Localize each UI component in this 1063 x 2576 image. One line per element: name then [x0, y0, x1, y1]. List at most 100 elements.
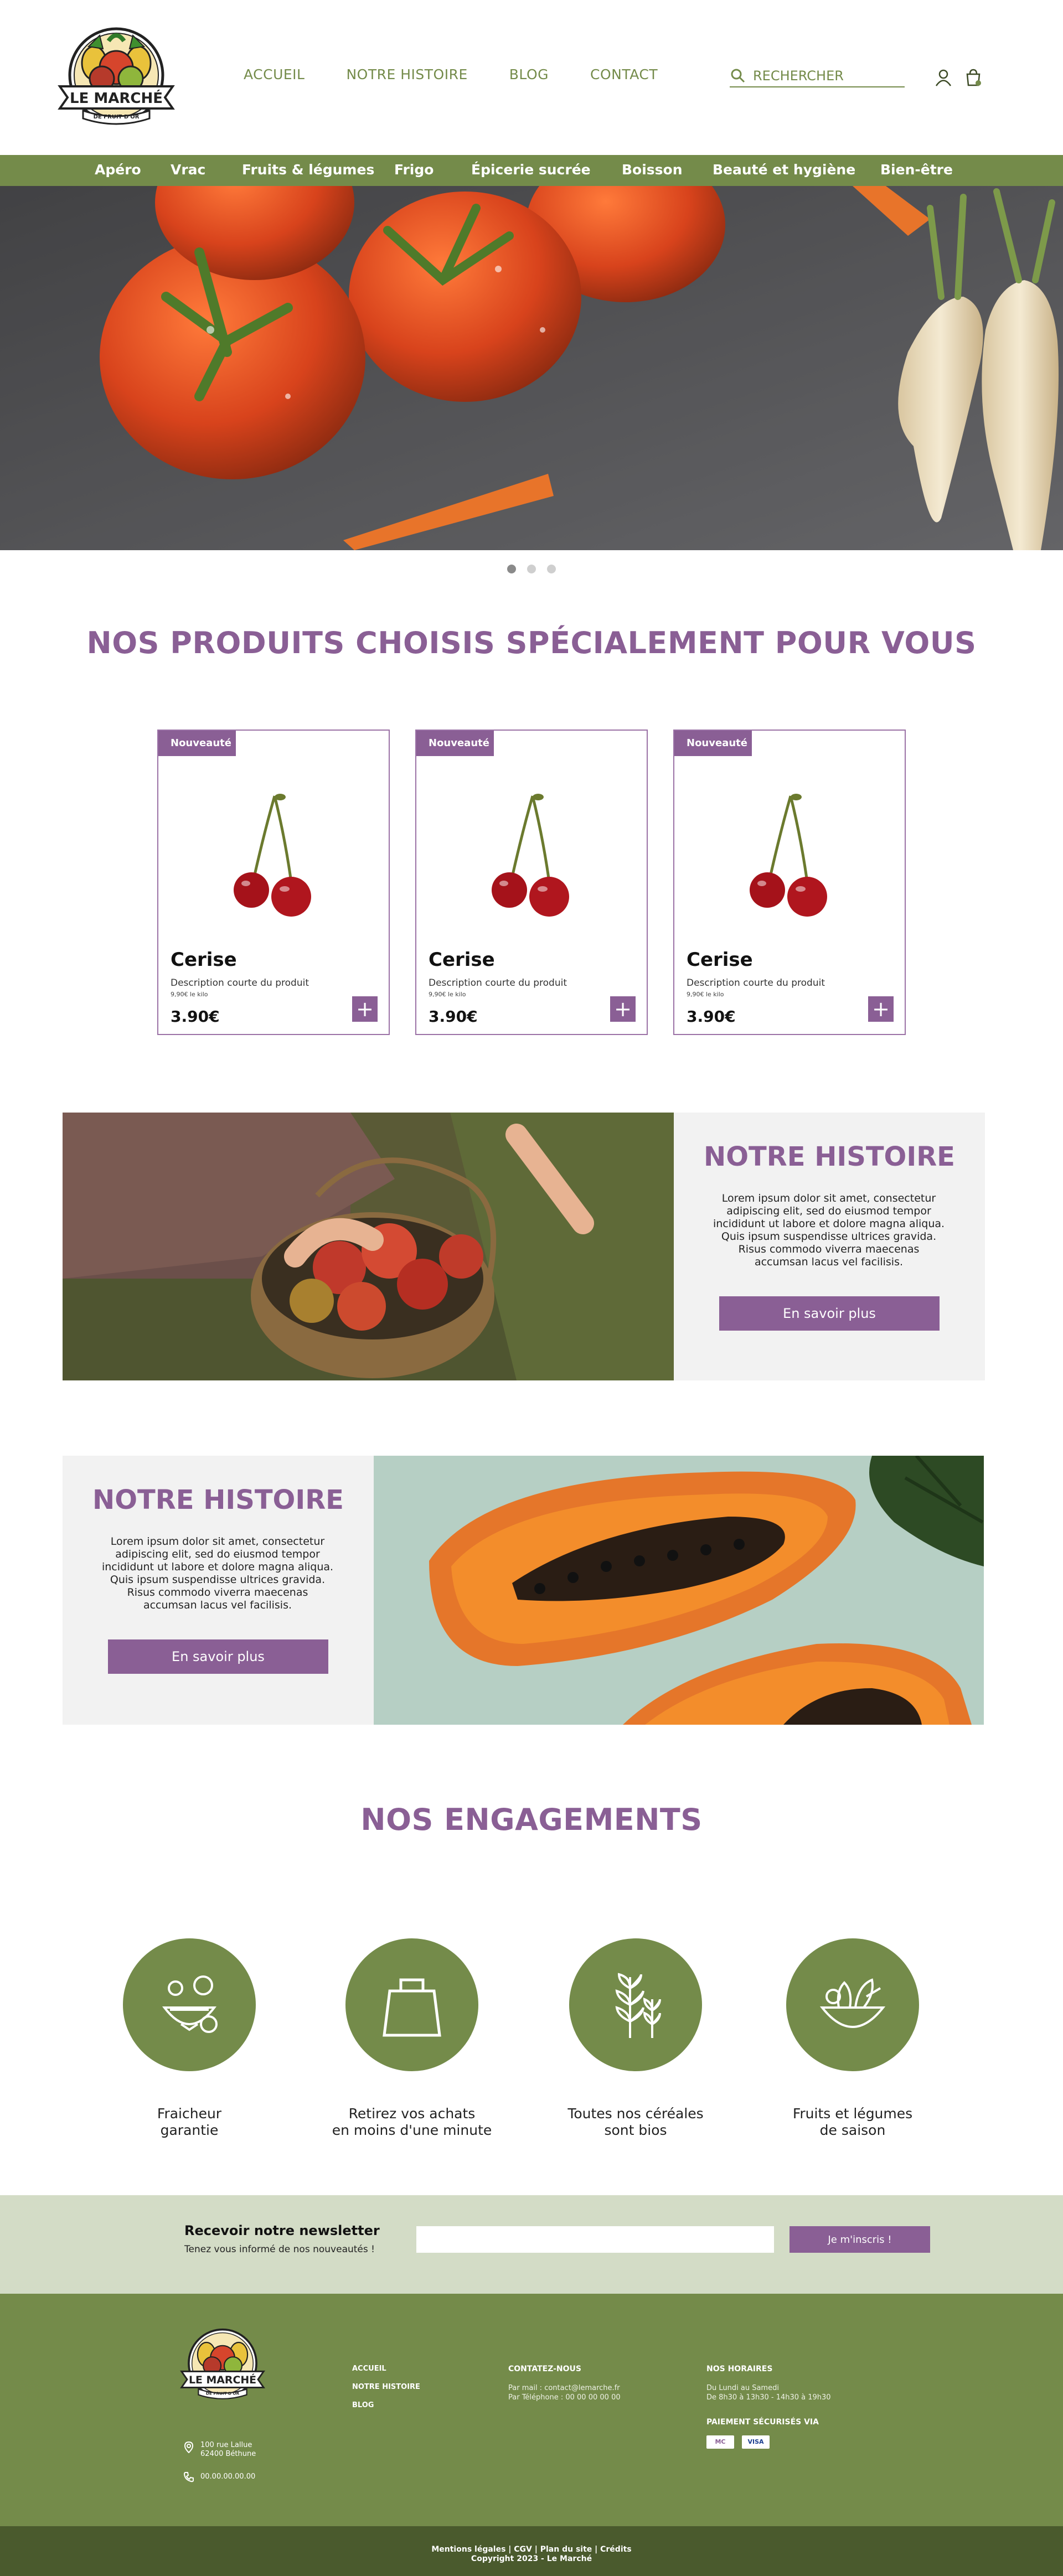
- footer-logo[interactable]: LE MARCHÉ DE FRUIT D'OR: [178, 2326, 267, 2403]
- learn-more-button[interactable]: En savoir plus: [719, 1296, 940, 1331]
- product-unit-price: 9,90€ le kilo: [429, 991, 466, 998]
- story-title: NOTRE HISTOIRE: [704, 1141, 955, 1172]
- learn-more-button[interactable]: En savoir plus: [108, 1639, 328, 1674]
- engagements-section-title: NOS ENGAGEMENTS: [360, 1802, 703, 1837]
- add-to-cart-button[interactable]: +: [610, 996, 636, 1022]
- engagement-item: Fruits et légumes de saison: [770, 1938, 936, 2139]
- search-input[interactable]: [753, 68, 897, 84]
- footer-bottom-bar: Mentions légales | CGV | Plan du site | …: [0, 2526, 1063, 2576]
- nav-notre-histoire[interactable]: NOTRE HISTOIRE: [346, 66, 467, 82]
- nav-accueil[interactable]: ACCUEIL: [244, 66, 305, 82]
- footer-hours-times: De 8h30 à 13h30 - 14h30 à 19h30: [706, 2393, 831, 2402]
- footer-contact-mail[interactable]: Par mail : contact@lemarche.fr: [508, 2383, 621, 2393]
- footer-link-accueil[interactable]: ACCUEIL: [352, 2365, 420, 2373]
- product-card[interactable]: Nouveauté Cerise Description courte du p…: [673, 730, 906, 1035]
- category-nav: Apéro Vrac Fruits & légumes Frigo Épicer…: [0, 155, 1063, 186]
- nav-contact[interactable]: CONTACT: [590, 66, 658, 82]
- footer-phone: 00.00.00.00.00: [183, 2471, 255, 2483]
- product-description: Description courte du produit: [171, 977, 309, 989]
- engagement-item: Toutes nos céréales sont bios: [553, 1938, 719, 2139]
- newsletter-email-input[interactable]: [416, 2226, 774, 2253]
- product-badge: Nouveauté: [416, 731, 494, 756]
- vegetable-bowl-icon: [786, 1938, 919, 2071]
- footer-logo-name: LE MARCHÉ: [189, 2373, 256, 2386]
- story-panel-1: NOTRE HISTOIRE Lorem ipsum dolor sit ame…: [674, 1113, 985, 1380]
- nav-blog[interactable]: BLOG: [509, 66, 549, 82]
- cart-icon[interactable]: [963, 68, 983, 87]
- footer-logo-tagline: DE FRUIT D'OR: [206, 2391, 240, 2396]
- search-bar: [730, 65, 905, 87]
- engagement-label: Toutes nos céréales sont bios: [567, 2106, 704, 2138]
- carousel-dot-2[interactable]: [527, 565, 536, 573]
- product-price: 3.90€: [687, 1007, 736, 1026]
- brand-logo-tagline: DE FRUIT D'OR: [94, 114, 140, 120]
- product-name: Cerise: [687, 949, 753, 971]
- footer-link-notre-histoire[interactable]: NOTRE HISTOIRE: [352, 2383, 420, 2391]
- product-name: Cerise: [171, 949, 237, 971]
- footer-hours: NOS HORAIRES Du Lundi au Samedi De 8h30 …: [706, 2365, 831, 2449]
- footer-address: 100 rue Lallue 62400 Béthune: [183, 2441, 256, 2459]
- papaya-photo: [374, 1456, 984, 1725]
- story-text: Lorem ipsum dolor sit amet, consectetur …: [713, 1192, 945, 1268]
- category-beaute-hygiene[interactable]: Beauté et hygiène: [713, 162, 855, 178]
- category-vrac[interactable]: Vrac: [171, 162, 205, 178]
- category-fruits-legumes[interactable]: Fruits & légumes: [242, 162, 374, 178]
- engagement-label: Fruits et légumes de saison: [792, 2106, 913, 2138]
- category-bien-etre[interactable]: Bien-être: [880, 162, 953, 178]
- add-to-cart-button[interactable]: +: [352, 996, 378, 1022]
- footer-link-blog[interactable]: BLOG: [352, 2401, 420, 2409]
- category-apero[interactable]: Apéro: [95, 162, 141, 178]
- footer-contact: CONTATEZ-NOUS Par mail : contact@lemarch…: [508, 2365, 621, 2402]
- search-icon[interactable]: [730, 68, 746, 84]
- category-frigo[interactable]: Frigo: [394, 162, 434, 178]
- product-unit-price: 9,90€ le kilo: [687, 991, 724, 998]
- product-description: Description courte du produit: [429, 977, 567, 989]
- brand-logo[interactable]: LE MARCHÉ DE FRUIT D'OR: [55, 24, 177, 130]
- newsletter-subscribe-button[interactable]: Je m'inscris !: [789, 2226, 930, 2253]
- footer-payment-title: PAIEMENT SÉCURISÉS VIA: [706, 2418, 819, 2427]
- cherry-image: [750, 794, 827, 917]
- product-unit-price: 9,90€ le kilo: [171, 991, 208, 998]
- footer-copyright: Copyright 2023 - Le Marché: [471, 2554, 592, 2563]
- product-badge: Nouveauté: [158, 731, 236, 756]
- category-boisson[interactable]: Boisson: [622, 162, 683, 178]
- product-price: 3.90€: [171, 1007, 220, 1026]
- story-title: NOTRE HISTOIRE: [92, 1484, 344, 1515]
- hero-carousel-dots: [0, 565, 1063, 573]
- shopping-bag-icon: [345, 1938, 478, 2071]
- category-epicerie-sucree[interactable]: Épicerie sucrée: [471, 162, 591, 178]
- cherry-image: [234, 794, 311, 917]
- product-card[interactable]: Nouveauté Cerise Description courte du p…: [415, 730, 648, 1035]
- product-card[interactable]: Nouveauté Cerise Description courte du p…: [157, 730, 390, 1035]
- story-text: Lorem ipsum dolor sit amet, consectetur …: [101, 1535, 334, 1611]
- engagement-item: Fraicheur garantie: [123, 1938, 256, 2139]
- phone-icon: [183, 2472, 194, 2482]
- address-line-1: 100 rue Lallue: [200, 2441, 252, 2449]
- carousel-dot-3[interactable]: [547, 565, 556, 573]
- visa-icon: VISA: [742, 2435, 770, 2449]
- hero-banner[interactable]: [0, 186, 1063, 550]
- brand-logo-name: LE MARCHÉ: [70, 89, 163, 107]
- product-badge: Nouveauté: [674, 731, 752, 756]
- story-panel-2: NOTRE HISTOIRE Lorem ipsum dolor sit ame…: [63, 1456, 374, 1725]
- newsletter-subtitle: Tenez vous informé de nos nouveautés !: [184, 2244, 375, 2255]
- carousel-dot-1[interactable]: [507, 565, 516, 573]
- footer-contact-phone: Par Téléphone : 00 00 00 00 00: [508, 2393, 621, 2402]
- site-header: LE MARCHÉ DE FRUIT D'OR ACCUEIL NOTRE HI…: [0, 0, 1063, 155]
- products-section-title: NOS PRODUITS CHOISIS SPÉCIALEMENT POUR V…: [86, 625, 977, 660]
- location-pin-icon: [184, 2441, 194, 2453]
- footer-legal-links[interactable]: Mentions légales | CGV | Plan du site | …: [0, 2545, 1063, 2554]
- main-nav: ACCUEIL NOTRE HISTOIRE BLOG CONTACT: [244, 66, 699, 82]
- cherry-image: [492, 794, 569, 917]
- footer-hours-days: Du Lundi au Samedi: [706, 2384, 779, 2392]
- footer-contact-title: CONTATEZ-NOUS: [508, 2365, 582, 2373]
- add-to-cart-button[interactable]: +: [868, 996, 894, 1022]
- newsletter-title: Recevoir notre newsletter: [184, 2223, 380, 2238]
- footer-links: ACCUEIL NOTRE HISTOIRE BLOG: [352, 2365, 420, 2419]
- fruits-icon: [123, 1938, 256, 2071]
- footer-hours-title: NOS HORAIRES: [706, 2365, 773, 2373]
- engagement-label: Fraicheur garantie: [157, 2106, 222, 2138]
- user-icon[interactable]: [933, 68, 953, 87]
- payment-methods: MC VISA: [706, 2435, 831, 2449]
- mastercard-icon: MC: [706, 2435, 734, 2449]
